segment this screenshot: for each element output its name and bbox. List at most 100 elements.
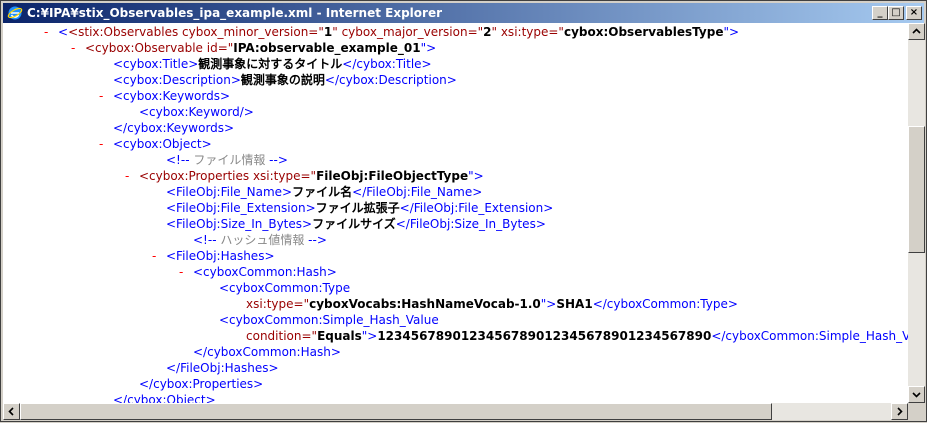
xml-line-simple-attr: condition="Equals">123456789012345678901…: [246, 328, 908, 344]
scroll-left-button[interactable]: [3, 403, 20, 420]
comment-text: ファイル情報: [189, 153, 270, 167]
collapse-toggle[interactable]: -: [71, 40, 85, 56]
attr-name: condition=": [246, 329, 318, 343]
element-text: ファイルサイズ: [312, 217, 396, 231]
xml-line-observable-open: - <cybox:Observable id="IPA:observable_ex…: [71, 40, 436, 56]
scroll-right-button[interactable]: [891, 403, 908, 420]
arrow-left-icon: [8, 407, 14, 416]
xml-view: - <<stix:Observables cybox_minor_version=…: [3, 23, 908, 403]
attr-value: 2: [483, 25, 492, 39]
xml-line-hashes-open: - <FileObj:Hashes>: [152, 248, 275, 264]
element-text: 1234567890123456789012345678901234567890: [377, 329, 712, 343]
xml-line-type-attr: xsi:type="cyboxVocabs:HashNameVocab-1.0"…: [246, 296, 738, 312]
vertical-scrollbar[interactable]: [908, 23, 925, 403]
collapse-toggle[interactable]: -: [44, 24, 58, 40]
tag-close: </FileObj:File_Extension>: [399, 201, 554, 215]
xml-line-simple-open: <cyboxCommon:Simple_Hash_Value: [219, 312, 439, 328]
vertical-scroll-thumb[interactable]: [908, 126, 925, 253]
attr-name: xsi:type=": [249, 169, 317, 183]
attr-value: FileObj:FileObjectType: [316, 169, 469, 183]
tag-close: </FileObj:File_Name>: [352, 185, 483, 199]
comment-open: <!--: [193, 233, 217, 247]
maximize-button[interactable]: □: [888, 6, 904, 20]
tag-open: <FileObj:Size_In_Bytes>: [166, 217, 313, 231]
close-button[interactable]: ×: [906, 6, 922, 20]
tag-name: <stix:Observables: [68, 25, 179, 39]
scroll-up-button[interactable]: [908, 23, 925, 40]
collapse-toggle[interactable]: -: [99, 136, 113, 152]
xml-line-file-size: <FileObj:Size_In_Bytes>ファイルサイズ</FileObj:…: [166, 216, 546, 232]
comment-close: -->: [308, 233, 327, 247]
tag-close: </cyboxCommon:Simple_Hash_Value>: [711, 329, 908, 343]
tag-close: </cybox:Object>: [113, 393, 216, 403]
minimize-button[interactable]: _: [872, 6, 888, 20]
xml-line-hash-open: - <cyboxCommon:Hash>: [179, 264, 337, 280]
xml-line-hash-close: </cyboxCommon:Hash>: [193, 344, 341, 360]
attr-name: " cybox_major_version=": [332, 25, 484, 39]
collapse-toggle[interactable]: -: [152, 248, 166, 264]
attr-value: Equals: [317, 329, 362, 343]
scrollbar-corner: [908, 403, 925, 420]
xml-line-object-open: - <cybox:Object>: [99, 136, 212, 152]
internet-explorer-icon: [7, 6, 23, 20]
tag-open: <cyboxCommon:Hash>: [193, 265, 337, 279]
attr-name: " xsi:type=": [491, 25, 564, 39]
xml-line-description: <cybox:Description>観測事象の説明</cybox:Descri…: [113, 72, 457, 88]
xml-line-keyword: <cybox:Keyword/>: [139, 104, 254, 120]
comment-text: ハッシュ値情報: [216, 233, 309, 247]
browser-window: C:¥IPA¥stix_Observables_ipa_example.xml …: [0, 0, 927, 422]
xml-line-keywords-close: </cybox:Keywords>: [113, 120, 234, 136]
attr-value: cyboxVocabs:HashNameVocab-1.0: [309, 297, 541, 311]
element-text: ファイル名: [292, 185, 353, 199]
xml-line-file-name: <FileObj:File_Name>ファイル名</FileObj:File_N…: [166, 184, 482, 200]
element-text: 観測事象の説明: [240, 73, 325, 87]
tag-open: <FileObj:File_Name>: [166, 185, 293, 199]
tag-close: </cybox:Description>: [324, 73, 457, 87]
tag-end: ">: [361, 329, 378, 343]
tag-open: <cybox:Keywords>: [113, 89, 231, 103]
attr-name: id=": [202, 41, 234, 55]
tag-close: </cybox:Title>: [342, 57, 432, 71]
arrow-down-icon: [912, 392, 921, 398]
window-title: C:¥IPA¥stix_Observables_ipa_example.xml …: [27, 6, 443, 20]
element-text: ファイル拡張子: [315, 201, 400, 215]
horizontal-scrollbar[interactable]: [3, 403, 908, 420]
xml-line-type-open: <cyboxCommon:Type: [219, 280, 350, 296]
element-text: 観測事象に対するタイトル: [198, 57, 343, 71]
tag-open: <cyboxCommon:Simple_Hash_Value: [219, 313, 439, 327]
tag-end: ">: [468, 169, 484, 183]
collapse-toggle[interactable]: -: [99, 88, 113, 104]
xml-line-hashes-close: </FileObj:Hashes>: [166, 360, 279, 376]
attr-value: IPA:observable_example_01: [233, 41, 421, 55]
comment-open: <!--: [166, 153, 190, 167]
comment-close: -->: [269, 153, 288, 167]
tag-open: <cybox:Title>: [113, 57, 199, 71]
tag-open: <cyboxCommon:Type: [219, 281, 351, 295]
tag-end: ">: [723, 25, 740, 39]
tag-end: ">: [540, 297, 557, 311]
collapse-toggle[interactable]: -: [125, 168, 139, 184]
collapse-toggle[interactable]: -: [179, 264, 193, 280]
tag-close: </cybox:Keywords>: [113, 121, 235, 135]
xml-line-properties-open: - <cybox:Properties xsi:type="FileObj:Fil…: [125, 168, 484, 184]
title-bar[interactable]: C:¥IPA¥stix_Observables_ipa_example.xml …: [3, 3, 924, 23]
tag-close: </FileObj:Size_In_Bytes>: [395, 217, 546, 231]
tag-close: </cybox:Properties>: [139, 377, 264, 391]
xml-line-object-close: </cybox:Object>: [113, 392, 216, 403]
tag-empty: <cybox:Keyword/>: [139, 105, 254, 119]
arrow-right-icon: [897, 407, 903, 416]
tag-name: <cybox:Properties: [139, 169, 250, 183]
scroll-down-button[interactable]: [908, 386, 925, 403]
attr-value: 1: [323, 25, 333, 39]
arrow-up-icon: [912, 28, 921, 34]
tag-close: </cyboxCommon:Hash>: [193, 345, 341, 359]
tag-end: ">: [420, 41, 437, 55]
xml-line-comment-file: <!-- ファイル情報 -->: [166, 152, 288, 168]
tag-open: <FileObj:Hashes>: [166, 249, 275, 263]
tag-open: <cybox:Description>: [113, 73, 241, 87]
tag-close: </FileObj:Hashes>: [166, 361, 279, 375]
xml-line-keywords-open: - <cybox:Keywords>: [99, 88, 230, 104]
horizontal-scroll-thumb[interactable]: [20, 403, 772, 420]
tag-name: <cybox:Observable: [85, 41, 203, 55]
attr-name: cybox_minor_version=": [178, 25, 324, 39]
